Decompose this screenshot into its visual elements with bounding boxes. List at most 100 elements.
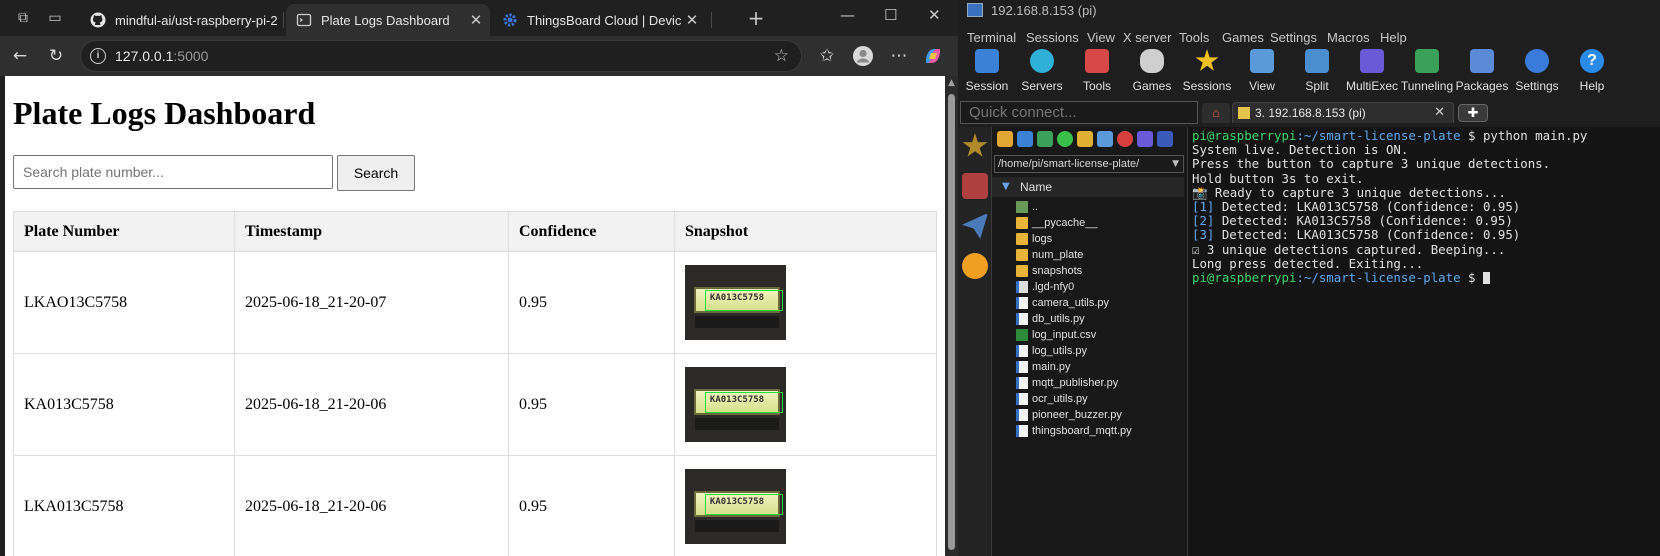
- tab-strip: ⧉ ▭ mindful-ai/ust-raspberry-pi-2 Plate …: [0, 0, 958, 36]
- download-icon[interactable]: [1017, 131, 1033, 147]
- list-item[interactable]: camera_utils.py: [1016, 295, 1184, 311]
- workspaces-icon[interactable]: ⧉: [14, 9, 32, 27]
- list-item[interactable]: snapshots: [1016, 263, 1184, 279]
- tab-actions-icon[interactable]: ▭: [46, 9, 64, 27]
- folder-icon: [1016, 233, 1028, 245]
- settings-button[interactable]: Settings: [1508, 48, 1566, 96]
- help-button[interactable]: ? Help: [1563, 48, 1621, 96]
- new-tab-button[interactable]: ✚: [1458, 104, 1488, 122]
- list-item[interactable]: thingsboard_mqtt.py: [1016, 423, 1184, 439]
- name-column-header[interactable]: ▼ Name: [992, 177, 1184, 197]
- profile-avatar-icon[interactable]: [852, 45, 874, 67]
- tools-button[interactable]: Tools: [1068, 48, 1126, 96]
- games-button[interactable]: Games: [1123, 48, 1181, 96]
- follow-terminal-icon[interactable]: [1157, 131, 1173, 147]
- tab-thingsboard[interactable]: ThingsBoard Cloud | Devices ✕: [492, 4, 706, 36]
- menu-settings[interactable]: Settings: [1270, 28, 1317, 47]
- chevron-down-icon[interactable]: ▼: [1172, 156, 1179, 172]
- sftp-path: /home/pi/smart-license-plate/: [998, 158, 1140, 170]
- up-folder-icon[interactable]: [997, 131, 1013, 147]
- list-item[interactable]: main.py: [1016, 359, 1184, 375]
- refresh-icon[interactable]: ↻: [45, 45, 67, 67]
- new-file-icon[interactable]: [1097, 131, 1113, 147]
- close-icon[interactable]: ✕: [682, 11, 702, 29]
- list-item[interactable]: log_utils.py: [1016, 343, 1184, 359]
- sftp-path-field[interactable]: /home/pi/smart-license-plate/ ▼: [994, 155, 1184, 173]
- detection-line: [3] Detected: LKA013C5758 (Confidence: 0…: [1192, 228, 1660, 242]
- search-input[interactable]: [13, 155, 333, 189]
- search-button[interactable]: Search: [337, 155, 415, 191]
- close-window-icon[interactable]: ✕: [928, 6, 941, 24]
- menu-macros[interactable]: Macros: [1327, 28, 1370, 47]
- menu-x-server[interactable]: X server: [1123, 28, 1171, 47]
- sessions-button[interactable]: Sessions: [1178, 48, 1236, 96]
- session-button[interactable]: Session: [958, 48, 1016, 96]
- menu-view[interactable]: View: [1087, 28, 1115, 47]
- close-icon[interactable]: ✕: [466, 11, 486, 29]
- split-button[interactable]: Split: [1288, 48, 1346, 96]
- menu-games[interactable]: Games: [1222, 28, 1264, 47]
- list-item[interactable]: .lgd-nfy0: [1016, 279, 1184, 295]
- menu-help[interactable]: Help: [1380, 28, 1407, 47]
- tools-side-icon[interactable]: [962, 173, 988, 199]
- plate-number-cell: LKA013C5758: [13, 455, 235, 556]
- copilot-icon[interactable]: [922, 45, 944, 67]
- tab-github[interactable]: mindful-ai/ust-raspberry-pi-2: [80, 4, 280, 36]
- list-item[interactable]: num_plate: [1016, 247, 1184, 263]
- detection-line: [2] Detected: KA013C5758 (Confidence: 0.…: [1192, 214, 1660, 228]
- quick-connect-input[interactable]: [960, 101, 1198, 124]
- page-scrollbar[interactable]: ▲: [945, 76, 958, 556]
- upload-icon[interactable]: [1037, 131, 1053, 147]
- detection-text: Detected: LKA013C5758 (Confidence: 0.95): [1214, 227, 1521, 243]
- python-file-icon: [1016, 361, 1028, 373]
- list-item[interactable]: ..: [1016, 199, 1184, 215]
- new-folder-icon[interactable]: [1077, 131, 1093, 147]
- scroll-thumb[interactable]: [948, 94, 955, 550]
- favorite-star-icon[interactable]: ☆: [774, 46, 789, 66]
- sftp-browser: /home/pi/smart-license-plate/ ▼ ▼ Name .…: [992, 127, 1188, 556]
- more-options-icon[interactable]: ⋯: [888, 45, 910, 67]
- scroll-up-icon[interactable]: ▲: [946, 78, 957, 88]
- packages-button[interactable]: Packages: [1453, 48, 1511, 96]
- multiexec-button[interactable]: MultiExec: [1343, 48, 1401, 96]
- list-item[interactable]: mqtt_publisher.py: [1016, 375, 1184, 391]
- site-info-icon[interactable]: i: [90, 48, 106, 64]
- file-name: ocr_utils.py: [1032, 393, 1088, 405]
- menu-sessions[interactable]: Sessions: [1026, 28, 1079, 47]
- sftp-icon[interactable]: [962, 253, 988, 279]
- list-item[interactable]: pioneer_buzzer.py: [1016, 407, 1184, 423]
- table-header-row: Plate Number Timestamp Confidence Snapsh…: [13, 211, 937, 252]
- table-row: LKA013C5758 2025-06-18_21-20-06 0.95 KA0…: [13, 455, 937, 556]
- delete-icon[interactable]: [1117, 131, 1133, 147]
- maximize-icon[interactable]: ☐: [884, 6, 897, 24]
- refresh-icon[interactable]: [1057, 131, 1073, 147]
- column-header: Timestamp: [234, 211, 509, 252]
- list-item[interactable]: log_input.csv: [1016, 327, 1184, 343]
- address-bar[interactable]: i 127.0.0.1:5000 ☆: [80, 40, 802, 72]
- session-tab[interactable]: 3. 192.168.8.153 (pi) ✕: [1232, 102, 1454, 123]
- new-tab-icon[interactable]: +: [747, 8, 765, 28]
- terminal-output[interactable]: pi@raspberrypi:~/smart-license-plate $ p…: [1188, 127, 1660, 556]
- tab-plate-logs[interactable]: Plate Logs Dashboard ✕: [286, 4, 490, 36]
- rename-icon[interactable]: [1137, 131, 1153, 147]
- list-item[interactable]: ocr_utils.py: [1016, 391, 1184, 407]
- minimize-icon[interactable]: —: [840, 6, 855, 24]
- close-icon[interactable]: ✕: [1434, 103, 1445, 123]
- tool-label: Help: [1579, 79, 1605, 93]
- folder-icon: [1016, 217, 1028, 229]
- servers-button[interactable]: Servers: [1013, 48, 1071, 96]
- menu-terminal[interactable]: Terminal: [967, 28, 1016, 47]
- send-icon[interactable]: [962, 213, 988, 239]
- home-tab[interactable]: ⌂: [1202, 103, 1230, 123]
- tunneling-button[interactable]: Tunneling: [1398, 48, 1456, 96]
- list-item[interactable]: db_utils.py: [1016, 311, 1184, 327]
- menu-tools[interactable]: Tools: [1179, 28, 1209, 47]
- back-icon[interactable]: ←: [9, 45, 31, 67]
- sessions-star-icon[interactable]: [962, 133, 988, 157]
- favorites-icon[interactable]: ✩: [816, 45, 838, 67]
- file-name: .lgd-nfy0: [1032, 281, 1075, 293]
- view-button[interactable]: View: [1233, 48, 1291, 96]
- list-item[interactable]: __pycache__: [1016, 215, 1184, 231]
- list-item[interactable]: logs: [1016, 231, 1184, 247]
- tab-label: mindful-ai/ust-raspberry-pi-2: [115, 12, 278, 28]
